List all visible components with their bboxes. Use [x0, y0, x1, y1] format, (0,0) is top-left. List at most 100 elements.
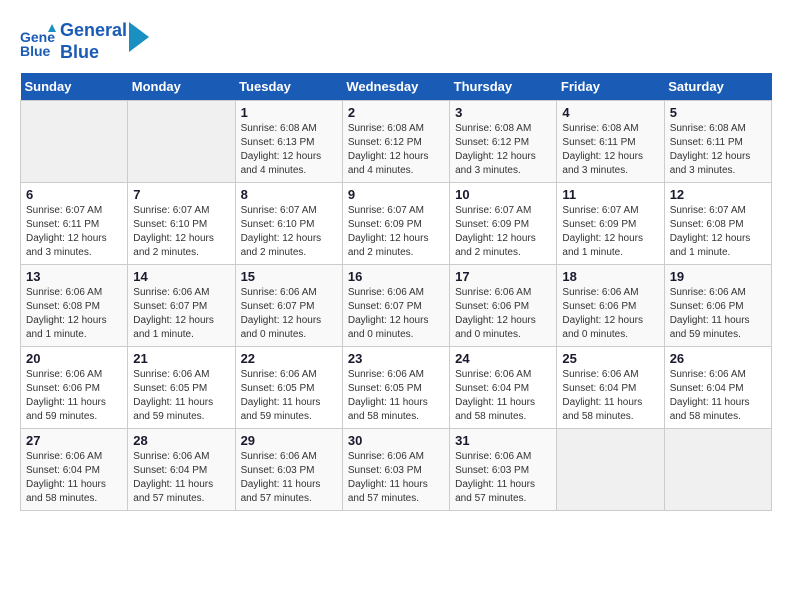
day-number: 19 — [670, 269, 766, 284]
day-number: 9 — [348, 187, 444, 202]
day-number: 18 — [562, 269, 658, 284]
day-info: Sunrise: 6:06 AM Sunset: 6:03 PM Dayligh… — [455, 450, 551, 506]
calendar-cell: 13 Sunrise: 6:06 AM Sunset: 6:08 PM Dayli… — [21, 265, 128, 347]
svg-text:Blue: Blue — [20, 43, 51, 59]
day-info: Sunrise: 6:08 AM Sunset: 6:12 PM Dayligh… — [455, 122, 551, 178]
day-number: 27 — [26, 433, 122, 448]
logo-blue: Blue — [60, 42, 127, 64]
col-header-friday: Friday — [557, 73, 664, 101]
calendar-cell: 11 Sunrise: 6:07 AM Sunset: 6:09 PM Dayli… — [557, 183, 664, 265]
calendar-cell: 25Sunrise: 6:06 AM Sunset: 6:04 PM Dayli… — [557, 347, 664, 429]
calendar-cell: 4 Sunrise: 6:08 AM Sunset: 6:11 PM Daylig… — [557, 101, 664, 183]
day-info: Sunrise: 6:06 AM Sunset: 6:04 PM Dayligh… — [26, 450, 122, 506]
day-number: 13 — [26, 269, 122, 284]
day-number: 23 — [348, 351, 444, 366]
day-number: 10 — [455, 187, 551, 202]
calendar-week-5: 27 Sunrise: 6:06 AM Sunset: 6:04 PM Dayli… — [21, 429, 772, 511]
day-info: Sunrise: 6:08 AM Sunset: 6:12 PM Dayligh… — [348, 122, 444, 178]
page-header: General Blue General Blue — [20, 20, 772, 63]
day-number: 26 — [670, 351, 766, 366]
calendar-cell: 22 Sunrise: 6:06 AM Sunset: 6:05 PM Dayli… — [235, 347, 342, 429]
logo-general: General — [60, 20, 127, 40]
calendar-week-1: 1Sunrise: 6:08 AM Sunset: 6:13 PM Daylig… — [21, 101, 772, 183]
day-info: Sunrise: 6:08 AM Sunset: 6:11 PM Dayligh… — [562, 122, 658, 178]
day-number: 6 — [26, 187, 122, 202]
col-header-wednesday: Wednesday — [342, 73, 449, 101]
calendar-cell: 10Sunrise: 6:07 AM Sunset: 6:09 PM Dayli… — [450, 183, 557, 265]
day-info: Sunrise: 6:06 AM Sunset: 6:04 PM Dayligh… — [670, 368, 766, 424]
day-info: Sunrise: 6:06 AM Sunset: 6:04 PM Dayligh… — [133, 450, 229, 506]
calendar-cell: 26 Sunrise: 6:06 AM Sunset: 6:04 PM Dayli… — [664, 347, 771, 429]
day-info: Sunrise: 6:08 AM Sunset: 6:11 PM Dayligh… — [670, 122, 766, 178]
calendar-cell: 29 Sunrise: 6:06 AM Sunset: 6:03 PM Dayli… — [235, 429, 342, 511]
day-info: Sunrise: 6:06 AM Sunset: 6:08 PM Dayligh… — [26, 286, 122, 342]
day-info: Sunrise: 6:06 AM Sunset: 6:06 PM Dayligh… — [562, 286, 658, 342]
day-info: Sunrise: 6:07 AM Sunset: 6:09 PM Dayligh… — [348, 204, 444, 260]
calendar-cell: 9 Sunrise: 6:07 AM Sunset: 6:09 PM Daylig… — [342, 183, 449, 265]
calendar-cell: 30Sunrise: 6:06 AM Sunset: 6:03 PM Dayli… — [342, 429, 449, 511]
day-number: 28 — [133, 433, 229, 448]
day-number: 4 — [562, 105, 658, 120]
col-header-monday: Monday — [128, 73, 235, 101]
day-number: 12 — [670, 187, 766, 202]
calendar-cell: 5 Sunrise: 6:08 AM Sunset: 6:11 PM Daylig… — [664, 101, 771, 183]
calendar-cell: 28 Sunrise: 6:06 AM Sunset: 6:04 PM Dayli… — [128, 429, 235, 511]
col-header-saturday: Saturday — [664, 73, 771, 101]
day-info: Sunrise: 6:06 AM Sunset: 6:05 PM Dayligh… — [241, 368, 337, 424]
calendar-cell: 20 Sunrise: 6:06 AM Sunset: 6:06 PM Dayli… — [21, 347, 128, 429]
calendar-cell: 31 Sunrise: 6:06 AM Sunset: 6:03 PM Dayli… — [450, 429, 557, 511]
day-info: Sunrise: 6:07 AM Sunset: 6:08 PM Dayligh… — [670, 204, 766, 260]
calendar-cell: 18 Sunrise: 6:06 AM Sunset: 6:06 PM Dayli… — [557, 265, 664, 347]
day-info: Sunrise: 6:07 AM Sunset: 6:11 PM Dayligh… — [26, 204, 122, 260]
day-number: 2 — [348, 105, 444, 120]
day-number: 29 — [241, 433, 337, 448]
calendar-cell — [21, 101, 128, 183]
day-info: Sunrise: 6:06 AM Sunset: 6:07 PM Dayligh… — [133, 286, 229, 342]
day-info: Sunrise: 6:08 AM Sunset: 6:13 PM Dayligh… — [241, 122, 337, 178]
logo: General Blue General Blue — [20, 20, 149, 63]
day-info: Sunrise: 6:06 AM Sunset: 6:07 PM Dayligh… — [241, 286, 337, 342]
logo-arrow-icon — [129, 22, 149, 52]
day-number: 8 — [241, 187, 337, 202]
day-info: Sunrise: 6:06 AM Sunset: 6:06 PM Dayligh… — [455, 286, 551, 342]
day-info: Sunrise: 6:06 AM Sunset: 6:06 PM Dayligh… — [670, 286, 766, 342]
calendar-cell: 1Sunrise: 6:08 AM Sunset: 6:13 PM Daylig… — [235, 101, 342, 183]
calendar-cell — [128, 101, 235, 183]
calendar-cell: 19 Sunrise: 6:06 AM Sunset: 6:06 PM Dayli… — [664, 265, 771, 347]
day-info: Sunrise: 6:06 AM Sunset: 6:04 PM Dayligh… — [455, 368, 551, 424]
col-header-thursday: Thursday — [450, 73, 557, 101]
day-number: 16 — [348, 269, 444, 284]
day-info: Sunrise: 6:06 AM Sunset: 6:07 PM Dayligh… — [348, 286, 444, 342]
calendar-cell: 15 Sunrise: 6:06 AM Sunset: 6:07 PM Dayli… — [235, 265, 342, 347]
calendar-cell: 8 Sunrise: 6:07 AM Sunset: 6:10 PM Daylig… — [235, 183, 342, 265]
day-number: 30 — [348, 433, 444, 448]
day-info: Sunrise: 6:07 AM Sunset: 6:10 PM Dayligh… — [241, 204, 337, 260]
day-number: 20 — [26, 351, 122, 366]
day-number: 22 — [241, 351, 337, 366]
day-number: 7 — [133, 187, 229, 202]
calendar-cell: 12 Sunrise: 6:07 AM Sunset: 6:08 PM Dayli… — [664, 183, 771, 265]
calendar-cell: 6 Sunrise: 6:07 AM Sunset: 6:11 PM Daylig… — [21, 183, 128, 265]
col-header-sunday: Sunday — [21, 73, 128, 101]
calendar-cell — [664, 429, 771, 511]
day-info: Sunrise: 6:06 AM Sunset: 6:03 PM Dayligh… — [241, 450, 337, 506]
day-number: 14 — [133, 269, 229, 284]
calendar-cell: 17Sunrise: 6:06 AM Sunset: 6:06 PM Dayli… — [450, 265, 557, 347]
calendar-cell — [557, 429, 664, 511]
day-number: 11 — [562, 187, 658, 202]
calendar-table: SundayMondayTuesdayWednesdayThursdayFrid… — [20, 73, 772, 511]
calendar-cell: 2 Sunrise: 6:08 AM Sunset: 6:12 PM Daylig… — [342, 101, 449, 183]
calendar-header-row: SundayMondayTuesdayWednesdayThursdayFrid… — [21, 73, 772, 101]
calendar-week-2: 6 Sunrise: 6:07 AM Sunset: 6:11 PM Daylig… — [21, 183, 772, 265]
day-number: 31 — [455, 433, 551, 448]
day-number: 24 — [455, 351, 551, 366]
calendar-week-3: 13 Sunrise: 6:06 AM Sunset: 6:08 PM Dayli… — [21, 265, 772, 347]
day-info: Sunrise: 6:07 AM Sunset: 6:09 PM Dayligh… — [562, 204, 658, 260]
calendar-cell: 14 Sunrise: 6:06 AM Sunset: 6:07 PM Dayli… — [128, 265, 235, 347]
calendar-cell: 21Sunrise: 6:06 AM Sunset: 6:05 PM Dayli… — [128, 347, 235, 429]
day-number: 5 — [670, 105, 766, 120]
day-info: Sunrise: 6:06 AM Sunset: 6:06 PM Dayligh… — [26, 368, 122, 424]
day-info: Sunrise: 6:06 AM Sunset: 6:04 PM Dayligh… — [562, 368, 658, 424]
day-number: 15 — [241, 269, 337, 284]
day-info: Sunrise: 6:06 AM Sunset: 6:05 PM Dayligh… — [348, 368, 444, 424]
